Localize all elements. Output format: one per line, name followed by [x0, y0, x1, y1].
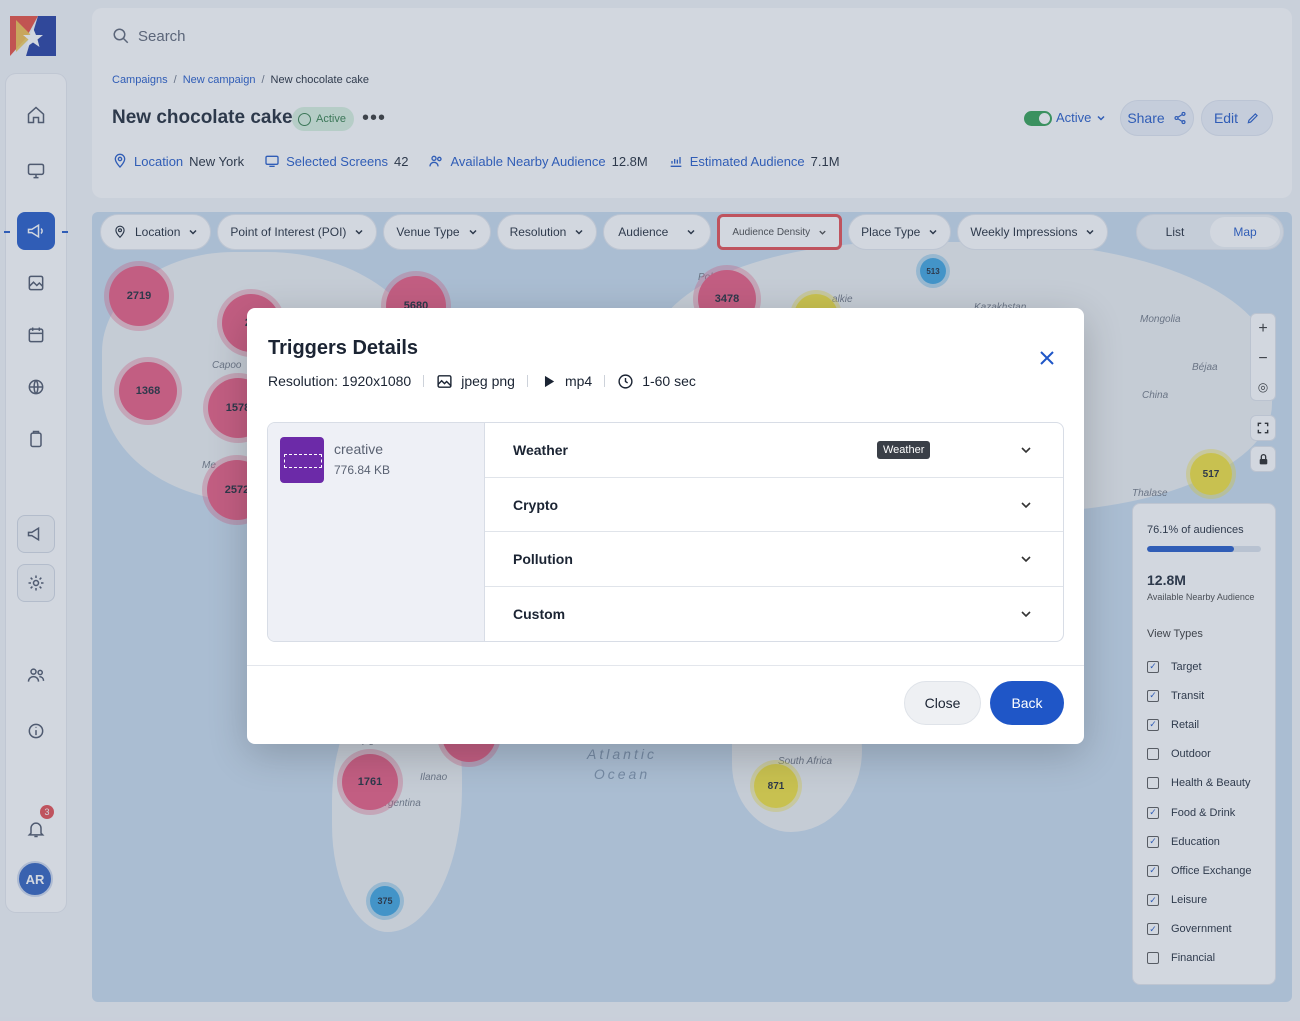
spec-duration-label: 1-60 sec	[642, 373, 696, 389]
modal-divider	[247, 665, 1084, 666]
spec-image-formats: jpeg png	[436, 373, 515, 390]
trigger-label: Custom	[513, 606, 566, 623]
spec-duration: 1-60 sec	[617, 373, 696, 390]
spec-image-formats-label: jpeg png	[461, 373, 515, 389]
creative-thumbnail	[280, 437, 324, 483]
divider	[526, 375, 528, 387]
chevron-down-icon	[1021, 611, 1031, 618]
image-icon	[437, 374, 452, 388]
trigger-accordion: Weather Weather Crypto Pollution Custom	[485, 423, 1063, 641]
trigger-pollution[interactable]: Pollution	[485, 532, 1063, 588]
spec-video-format-label: mp4	[564, 373, 593, 389]
trigger-custom[interactable]: Custom	[485, 587, 1063, 641]
trigger-box: creative 776.84 KB Weather Weather Crypt…	[267, 422, 1064, 642]
creative-size: 776.84 KB	[334, 463, 391, 477]
modal-spec-row: Resolution: 1920x1080 jpeg png mp4 1-60 …	[268, 371, 696, 391]
tooltip: Weather	[877, 441, 931, 459]
modal-title: Triggers Details	[268, 337, 419, 359]
spec-video-format: mp4	[540, 373, 592, 390]
triggers-details-modal: Triggers Details Resolution: 1920x1080 j…	[247, 308, 1084, 744]
creative-pane[interactable]: creative 776.84 KB	[268, 423, 485, 641]
back-button[interactable]: Back	[990, 681, 1064, 725]
trigger-label: Weather	[513, 441, 568, 458]
close-button[interactable]: Close	[904, 681, 981, 725]
chevron-down-icon	[1021, 501, 1031, 508]
creative-name: creative	[334, 441, 384, 457]
clock-icon	[618, 373, 633, 389]
chevron-down-icon	[1021, 447, 1031, 453]
trigger-label: Pollution	[513, 551, 573, 568]
play-icon	[544, 375, 555, 387]
trigger-weather[interactable]: Weather Weather	[485, 423, 1063, 478]
divider	[604, 375, 606, 387]
trigger-crypto[interactable]: Crypto	[485, 478, 1063, 533]
trigger-label: Crypto	[513, 496, 559, 513]
close-icon[interactable]	[1035, 346, 1059, 370]
spec-resolution: Resolution: 1920x1080	[268, 373, 412, 389]
divider	[423, 375, 425, 387]
chevron-down-icon	[1021, 556, 1031, 563]
